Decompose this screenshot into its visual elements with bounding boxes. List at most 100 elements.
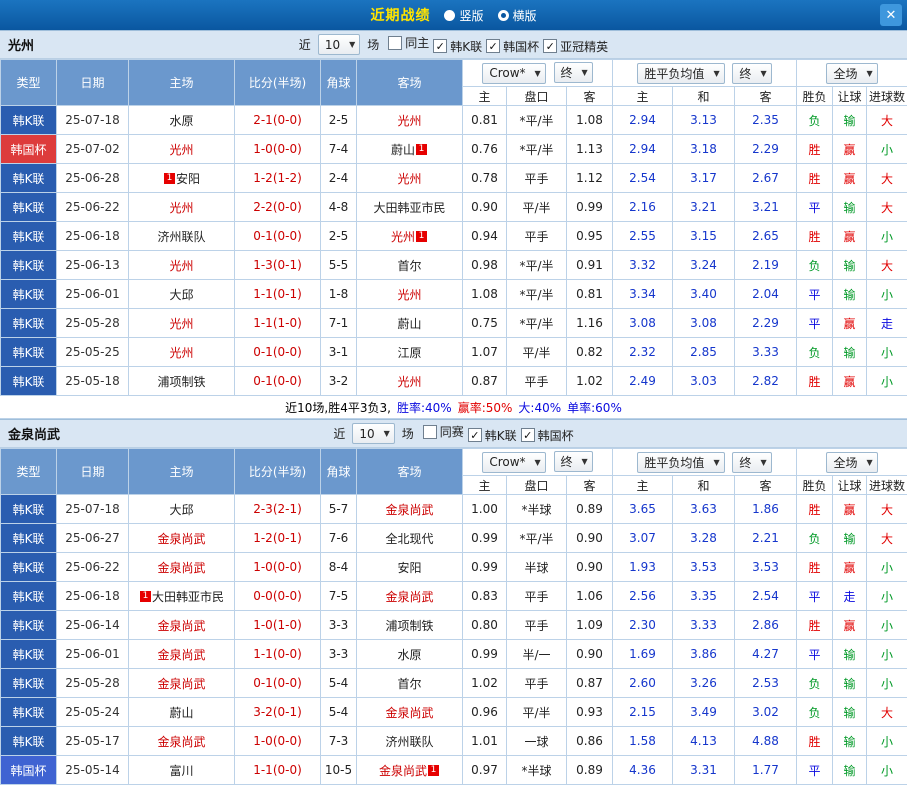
europe-draw-odds-cell: 3.13 (673, 106, 735, 135)
odds-source-select[interactable]: Crow* ▼ (482, 452, 545, 473)
away-team-cell: 光州 (357, 164, 463, 193)
date-cell: 25-07-02 (57, 135, 129, 164)
col-header-away: 客场 (357, 60, 463, 106)
filter-checkbox-韩K联[interactable]: ✓韩K联 (468, 427, 517, 444)
result-wdl-cell: 平 (797, 756, 833, 785)
home-team-cell: 光州 (129, 193, 235, 222)
europe-home-odds-cell: 2.16 (613, 193, 673, 222)
subcol-euro-draw: 和 (673, 87, 735, 106)
table-row: 韩K联25-06-18济州联队0-1(0-0)2-5光州10.94平手0.952… (1, 222, 907, 251)
date-cell: 25-07-18 (57, 495, 129, 524)
asia-final-value: 终 (561, 64, 573, 81)
europe-draw-odds-cell: 2.85 (673, 338, 735, 367)
team-name: 全北现代 (385, 532, 433, 546)
team-name: 金泉尚武 (157, 532, 205, 546)
europe-away-odds-cell: 1.77 (735, 756, 797, 785)
home-team-cell: 1大田韩亚市民 (129, 582, 235, 611)
europe-away-odds-cell: 2.65 (735, 222, 797, 251)
filter-checkbox-同主[interactable]: 同主 (388, 34, 429, 51)
result-handicap-cell: 赢 (833, 495, 867, 524)
layout-radio-horizontal[interactable]: 横版 (498, 7, 537, 24)
score-cell: 1-1(0-0) (235, 640, 321, 669)
close-button[interactable]: ✕ (880, 4, 902, 26)
league-type-cell: 韩K联 (1, 251, 57, 280)
team-name: 大邱 (169, 288, 193, 302)
result-goals-cell: 小 (867, 553, 907, 582)
layout-radio-vertical[interactable]: 竖版 (444, 7, 483, 24)
table-row: 韩国杯25-05-14富川1-1(0-0)10-5金泉尚武10.97*半球0.8… (1, 756, 907, 785)
filter-checkbox-韩K联[interactable]: ✓韩K联 (433, 38, 482, 55)
asia-final-value: 终 (561, 453, 573, 470)
score-cell: 1-2(1-2) (235, 164, 321, 193)
league-type-cell: 韩国杯 (1, 135, 57, 164)
team-name: 济州联队 (157, 230, 205, 244)
asia-handicap-cell: 平手 (507, 582, 567, 611)
filter-checkbox-韩国杯[interactable]: ✓韩国杯 (486, 38, 539, 55)
checkbox-icon[interactable] (388, 36, 402, 50)
date-cell: 25-06-01 (57, 280, 129, 309)
table-row: 韩国杯25-07-02光州1-0(0-0)7-4蔚山10.76*平/半1.132… (1, 135, 907, 164)
away-team-cell: 蔚山1 (357, 135, 463, 164)
red-card-badge: 1 (416, 231, 427, 242)
home-team-cell: 大邱 (129, 495, 235, 524)
scope-value: 全场 (833, 454, 857, 471)
away-team-cell: 金泉尚武 (357, 495, 463, 524)
asia-final-select[interactable]: 终 ▼ (554, 451, 593, 472)
europe-odds-select[interactable]: 胜平负均值 ▼ (637, 452, 724, 473)
asia-home-odds-cell: 0.81 (463, 106, 507, 135)
odds-source-select[interactable]: Crow* ▼ (482, 63, 545, 84)
filter-checkbox-亚冠精英[interactable]: ✓亚冠精英 (543, 38, 608, 55)
asia-handicap-cell: *半球 (507, 756, 567, 785)
asia-odds-header: Crow* ▼ 终 ▼ (463, 60, 613, 87)
league-type-cell: 韩国杯 (1, 756, 57, 785)
checkbox-icon[interactable]: ✓ (468, 428, 482, 442)
away-team-cell: 光州 (357, 280, 463, 309)
filter-checkbox-韩国杯[interactable]: ✓韩国杯 (521, 427, 574, 444)
europe-away-odds-cell: 2.04 (735, 280, 797, 309)
team-name: 蔚山 (391, 143, 415, 157)
checkbox-icon[interactable]: ✓ (521, 428, 535, 442)
asia-handicap-cell: 平/半 (507, 193, 567, 222)
europe-home-odds-cell: 2.32 (613, 338, 673, 367)
asia-handicap-cell: *平/半 (507, 135, 567, 164)
europe-away-odds-cell: 3.21 (735, 193, 797, 222)
date-cell: 25-05-17 (57, 727, 129, 756)
away-team-cell: 江原 (357, 338, 463, 367)
result-wdl-cell: 负 (797, 251, 833, 280)
result-wdl-cell: 负 (797, 524, 833, 553)
corner-cell: 2-5 (321, 222, 357, 251)
subcol-asia-away: 客 (567, 476, 613, 495)
europe-final-select[interactable]: 终 ▼ (732, 63, 771, 84)
date-cell: 25-06-28 (57, 164, 129, 193)
europe-home-odds-cell: 4.36 (613, 756, 673, 785)
result-handicap-cell: 输 (833, 640, 867, 669)
checkbox-icon[interactable] (423, 425, 437, 439)
subcol-asia-away: 客 (567, 87, 613, 106)
recent-count-select[interactable]: 10 ▼ (318, 34, 360, 55)
league-type-cell: 韩K联 (1, 309, 57, 338)
checkbox-icon[interactable]: ✓ (433, 39, 447, 53)
result-handicap-cell: 赢 (833, 135, 867, 164)
asia-home-odds-cell: 0.99 (463, 553, 507, 582)
col-header-away: 客场 (357, 449, 463, 495)
europe-away-odds-cell: 4.27 (735, 640, 797, 669)
europe-odds-select[interactable]: 胜平负均值 ▼ (637, 63, 724, 84)
recent-count-select[interactable]: 10 ▼ (352, 423, 394, 444)
filter-checkbox-同赛[interactable]: 同赛 (423, 423, 464, 440)
europe-final-select[interactable]: 终 ▼ (732, 452, 771, 473)
chevron-down-icon: ▼ (760, 69, 766, 78)
score-cell: 1-1(0-0) (235, 756, 321, 785)
result-wdl-cell: 胜 (797, 164, 833, 193)
scope-select[interactable]: 全场 ▼ (826, 63, 877, 84)
asia-home-odds-cell: 0.83 (463, 582, 507, 611)
scope-select[interactable]: 全场 ▼ (826, 452, 877, 473)
away-team-cell: 水原 (357, 640, 463, 669)
col-header-date: 日期 (57, 60, 129, 106)
asia-final-select[interactable]: 终 ▼ (554, 62, 593, 83)
europe-away-odds-cell: 2.29 (735, 135, 797, 164)
checkbox-icon[interactable]: ✓ (486, 39, 500, 53)
checkbox-icon[interactable]: ✓ (543, 39, 557, 53)
team-name: 首尔 (397, 259, 421, 273)
result-handicap-cell: 赢 (833, 309, 867, 338)
chevron-down-icon: ▼ (866, 458, 872, 467)
